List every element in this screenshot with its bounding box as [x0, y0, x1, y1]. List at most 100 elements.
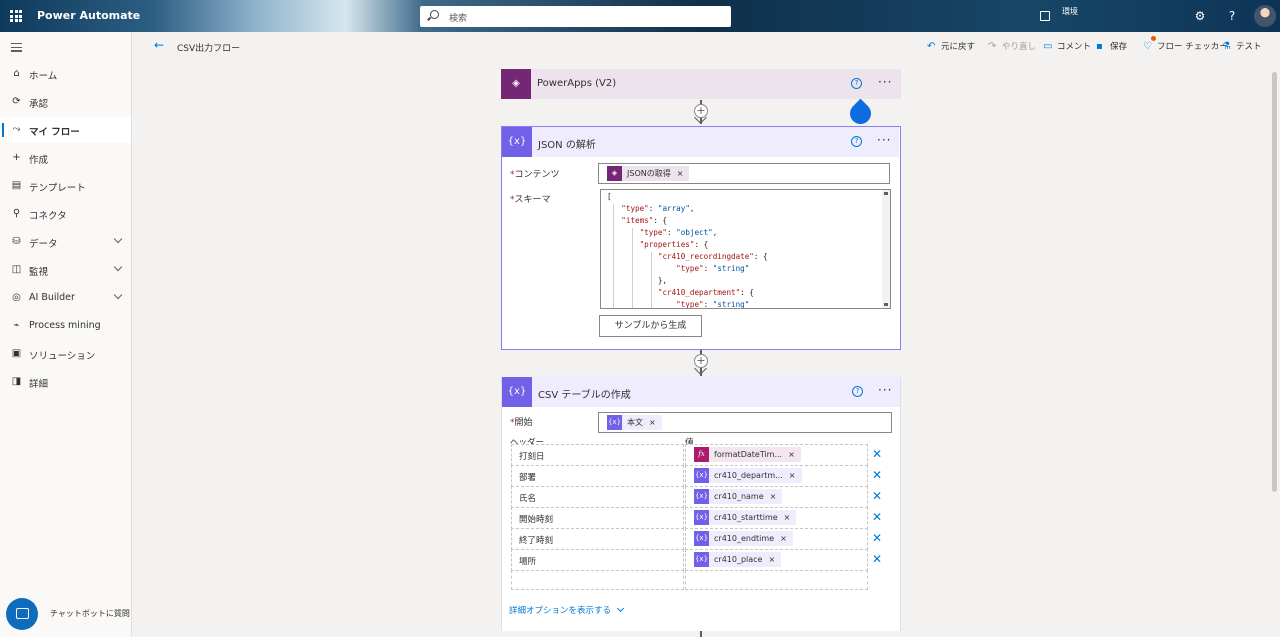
header-cell[interactable]: 開始時刻 [511, 507, 684, 529]
nav-item-label: ソリューション [29, 351, 96, 362]
chevron-down-icon [113, 234, 123, 244]
chatbot-button[interactable] [6, 598, 38, 630]
top-bar: Power Automate 検索 環境 ⚙ ? [0, 0, 1280, 32]
nav-item-data[interactable]: ⛁ データ [0, 229, 131, 255]
header-cell[interactable]: 部署 [511, 465, 684, 487]
dynamic-content-token[interactable]: {x} cr410_departm... × [694, 468, 802, 483]
trigger-card-powerapps[interactable]: ◈ PowerApps (V2) ? ··· [501, 69, 901, 99]
redo-label: やり直し [1002, 42, 1037, 52]
search-placeholder: 検索 [449, 14, 468, 24]
more-options-icon[interactable]: ··· [878, 75, 892, 89]
from-field[interactable]: {x} 本文 × [598, 412, 892, 433]
remove-token-icon[interactable]: × [784, 513, 791, 522]
help-icon[interactable]: ? [851, 136, 862, 147]
remove-token-icon[interactable]: × [789, 471, 796, 480]
hamburger-menu-icon[interactable] [11, 43, 22, 54]
search-input[interactable]: 検索 [420, 6, 731, 27]
nav-item-learn[interactable]: ◨ 詳細 [0, 369, 131, 395]
action-card-parse-json[interactable]: {x} JSON の解析 ? ··· *コンテンツ ◈ JSONの取得 × *ス… [501, 126, 901, 350]
nav-item-monitor[interactable]: ◫ 監視 [0, 257, 131, 283]
variable-icon: {x} [694, 531, 709, 546]
delete-row-icon[interactable]: ✕ [872, 469, 882, 481]
card-title: PowerApps (V2) [537, 78, 617, 89]
chatbot-label[interactable]: チャットボットに質問 [50, 608, 130, 619]
schema-editor[interactable]: [ "type": "array", "items": { "type": "o… [600, 189, 891, 309]
nav-item-connectors[interactable]: ⚲ コネクタ [0, 201, 131, 227]
more-options-icon[interactable]: ··· [877, 133, 891, 147]
remove-token-icon[interactable]: × [788, 450, 795, 459]
test-button[interactable]: ⚗ テスト [1222, 40, 1262, 52]
generate-from-sample-button[interactable]: サンプルから生成 [599, 315, 702, 337]
nav-item-home[interactable]: ⌂ ホーム [0, 61, 131, 87]
action-card-create-csv-table[interactable]: {x} CSV テーブルの作成 ? ··· *開始 {x} 本文 × ヘッダー … [501, 377, 901, 631]
drag-handle-icon[interactable] [845, 98, 876, 129]
settings-icon[interactable]: ⚙ [1193, 9, 1207, 23]
help-icon[interactable]: ? [852, 386, 863, 397]
comment-label: コメント [1057, 42, 1092, 52]
nav-item-my-flows[interactable]: ⤳ マイ フロー [0, 117, 131, 143]
code-line: [ [607, 192, 612, 201]
value-cell[interactable]: {x} cr410_starttime × [685, 507, 868, 529]
editor-scrollbar[interactable] [882, 190, 890, 308]
nav-item-solutions[interactable]: ▣ ソリューション [0, 341, 131, 367]
header-cell[interactable]: 場所 [511, 549, 684, 571]
nav-item-process-mining[interactable]: ⌁ Process mining [0, 313, 131, 339]
delete-row-icon[interactable]: ✕ [872, 490, 882, 502]
expression-token[interactable]: fx formatDateTim... × [694, 447, 801, 462]
remove-token-icon[interactable]: × [770, 492, 777, 501]
dynamic-content-token[interactable]: {x} cr410_starttime × [694, 510, 797, 525]
delete-row-icon[interactable]: ✕ [872, 553, 882, 565]
delete-row-icon[interactable]: ✕ [872, 532, 882, 544]
header-text: 打刻日 [519, 452, 545, 462]
token-label: cr410_departm... [714, 471, 783, 480]
new-header-cell[interactable] [511, 570, 684, 590]
comment-button[interactable]: ▭ コメント [1043, 40, 1091, 52]
environment-icon [1040, 11, 1050, 21]
remove-token-icon[interactable]: × [677, 169, 684, 178]
value-cell[interactable]: {x} cr410_endtime × [685, 528, 868, 550]
value-cell[interactable]: {x} cr410_place × [685, 549, 868, 571]
show-advanced-options-link[interactable]: 詳細オプションを表示する [509, 604, 625, 616]
save-button[interactable]: ▪ 保存 [1096, 40, 1127, 52]
delete-row-icon[interactable]: ✕ [872, 448, 882, 460]
remove-token-icon[interactable]: × [768, 555, 775, 564]
dynamic-content-token[interactable]: {x} cr410_name × [694, 489, 783, 504]
nav-item-templates[interactable]: ▤ テンプレート [0, 173, 131, 199]
avatar[interactable] [1254, 5, 1276, 27]
search-icon [430, 10, 439, 19]
undo-button[interactable]: ↶ 元に戻す [927, 40, 975, 52]
book-icon: ◨ [11, 376, 22, 387]
app-launcher-icon[interactable] [10, 10, 22, 22]
remove-token-icon[interactable]: × [780, 534, 787, 543]
header-cell[interactable]: 終了時刻 [511, 528, 684, 550]
canvas-scrollbar[interactable] [1271, 62, 1278, 636]
header-cell[interactable]: 氏名 [511, 486, 684, 508]
code-line: }, [603, 276, 668, 285]
back-arrow-icon[interactable]: ← [154, 39, 164, 51]
more-options-icon[interactable]: ··· [878, 383, 892, 397]
delete-row-icon[interactable]: ✕ [872, 511, 882, 523]
dynamic-content-token[interactable]: {x} cr410_endtime × [694, 531, 793, 546]
help-icon[interactable]: ? [1225, 9, 1239, 23]
variable-icon: {x} [607, 415, 622, 430]
new-value-cell[interactable] [685, 570, 868, 590]
nav-item-ai-builder[interactable]: ◎ AI Builder [0, 285, 131, 311]
test-label: テスト [1236, 42, 1262, 52]
flow-checker-alert-dot [1151, 36, 1156, 41]
app-title[interactable]: Power Automate [37, 9, 140, 22]
value-cell[interactable]: fx formatDateTim... × [685, 444, 868, 466]
dynamic-content-token[interactable]: {x} 本文 × [607, 415, 662, 430]
remove-token-icon[interactable]: × [649, 418, 656, 427]
dynamic-content-token[interactable]: ◈ JSONの取得 × [607, 166, 690, 181]
scrollbar-thumb[interactable] [1272, 72, 1277, 492]
dynamic-content-token[interactable]: {x} cr410_place × [694, 552, 782, 567]
redo-button[interactable]: ↷ やり直し [988, 40, 1036, 52]
nav-item-approvals[interactable]: ⟳ 承認 [0, 89, 131, 115]
content-field[interactable]: ◈ JSONの取得 × [598, 163, 890, 184]
nav-item-create[interactable]: + 作成 [0, 145, 131, 171]
header-cell[interactable]: 打刻日 [511, 444, 684, 466]
help-icon[interactable]: ? [851, 78, 862, 89]
value-cell[interactable]: {x} cr410_name × [685, 486, 868, 508]
value-cell[interactable]: {x} cr410_departm... × [685, 465, 868, 487]
flow-checker-button[interactable]: ♡ フロー チェッカー [1143, 40, 1228, 52]
